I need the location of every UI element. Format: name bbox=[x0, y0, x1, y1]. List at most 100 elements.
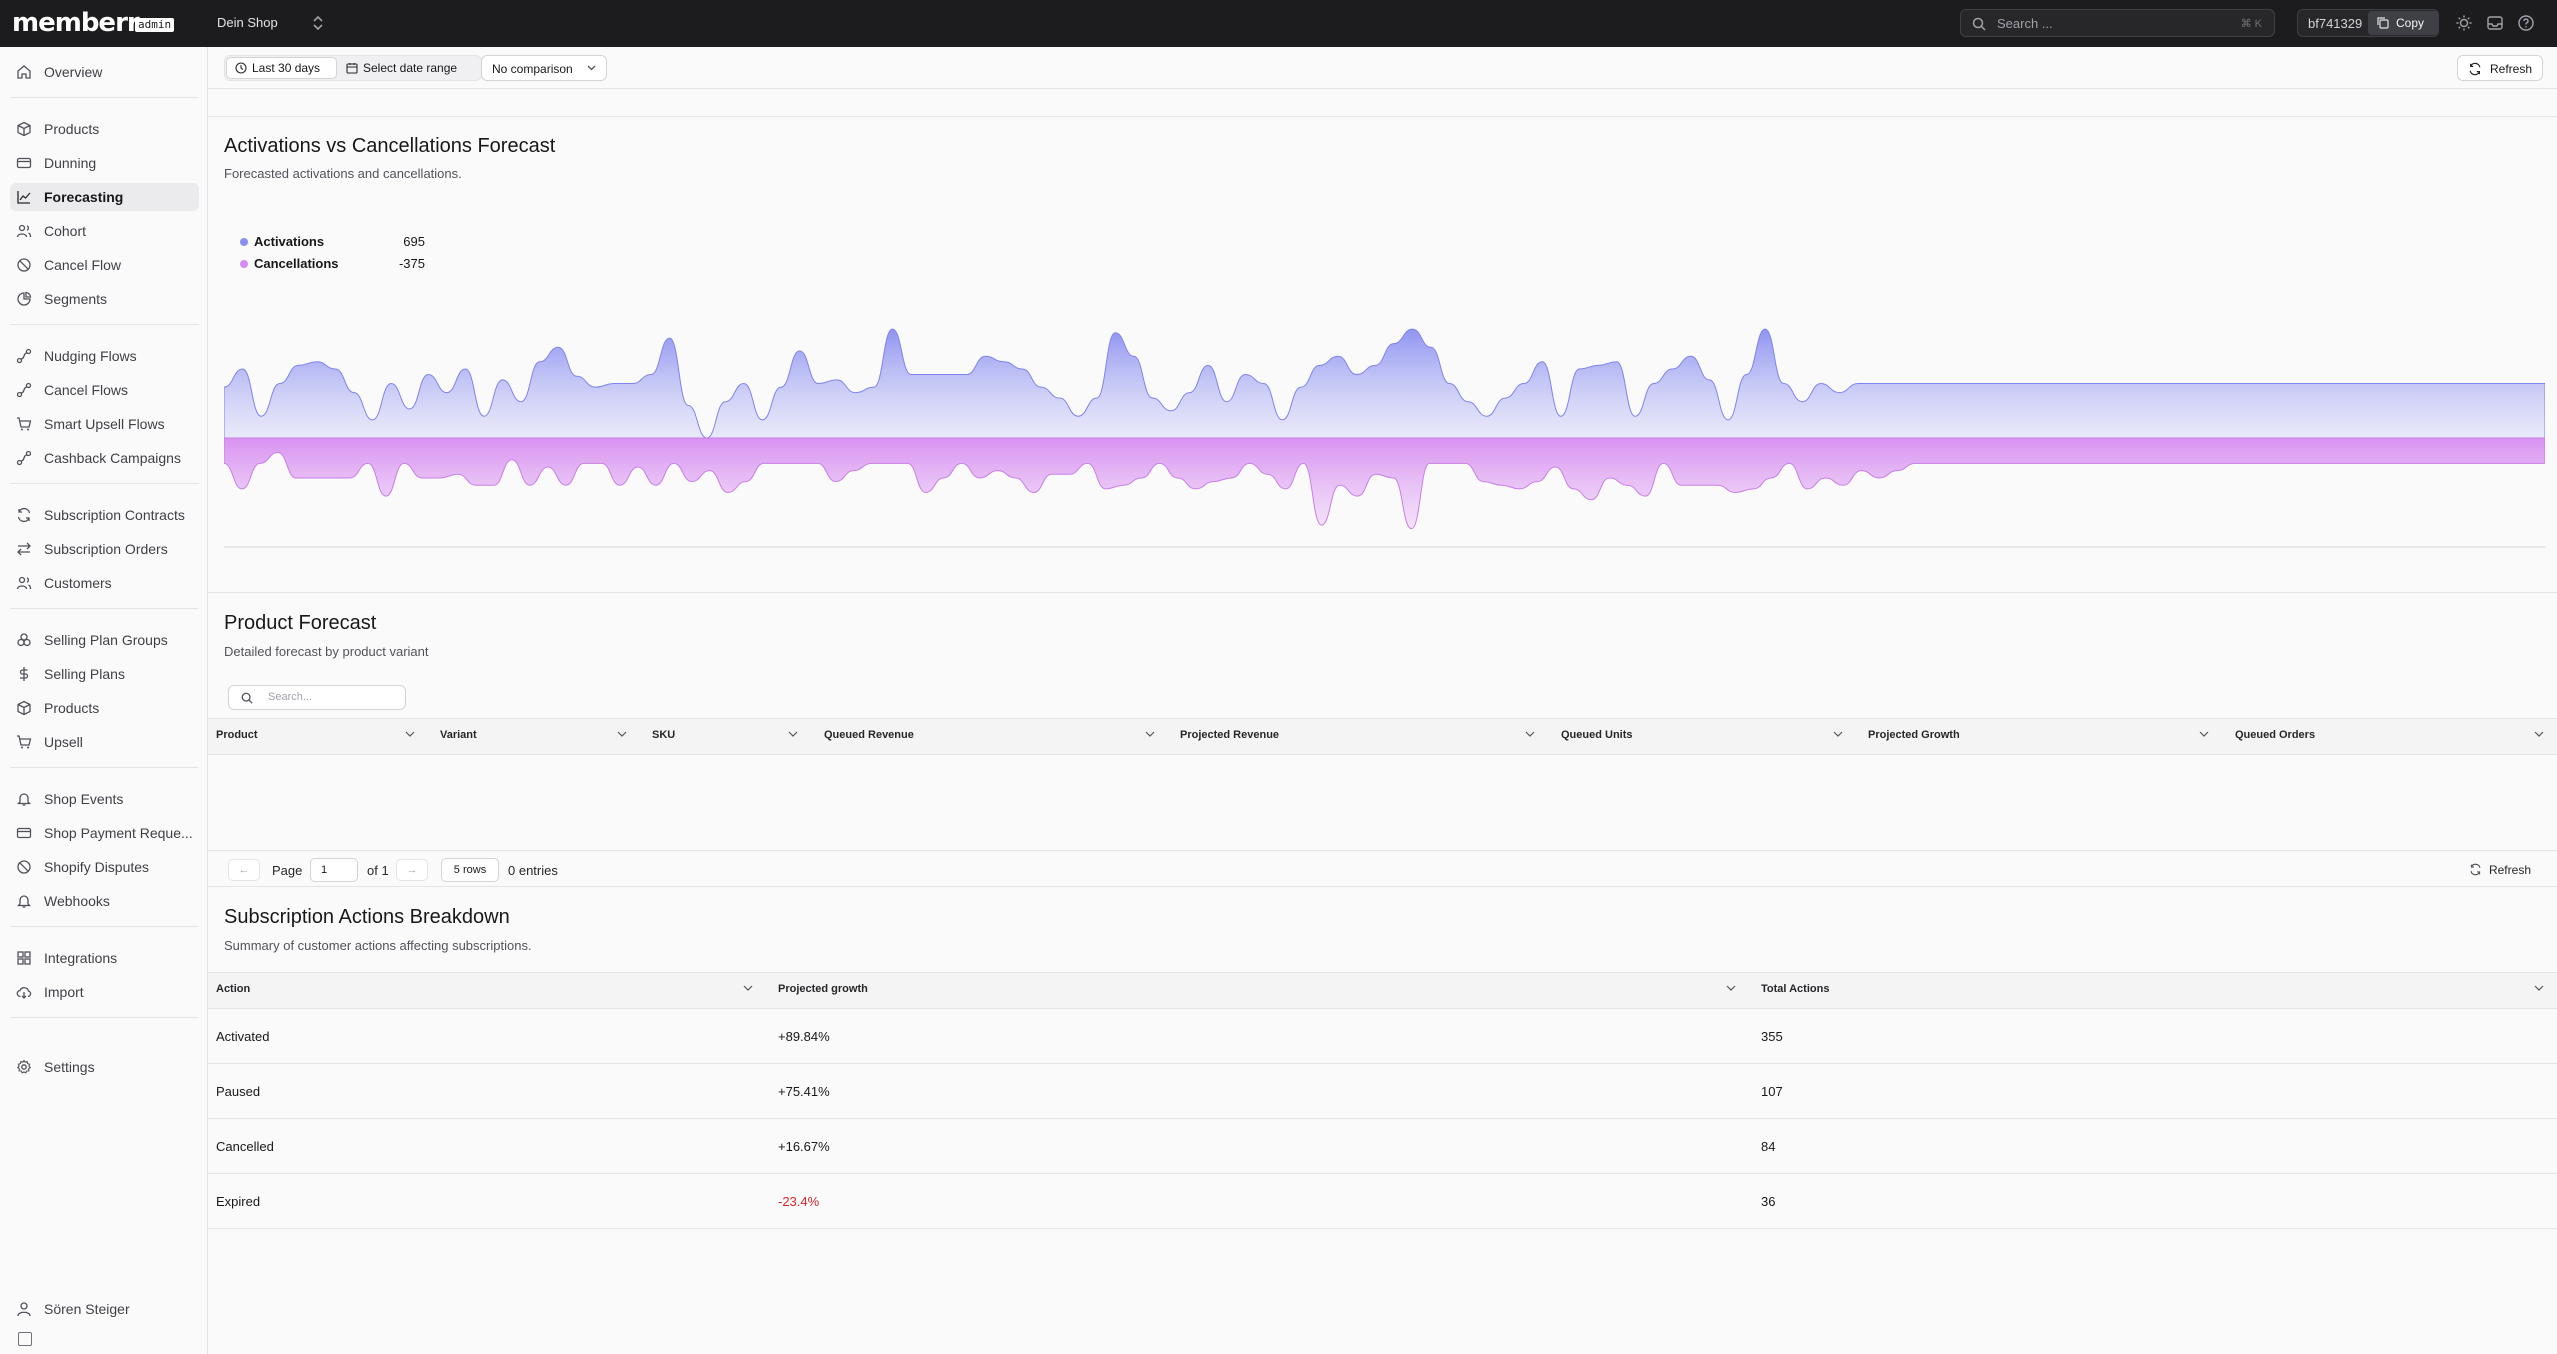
column-header[interactable]: Product bbox=[216, 729, 258, 741]
sidebar-item-forecasting[interactable]: Forecasting bbox=[10, 183, 199, 211]
sidebar-item-products-catalog[interactable]: Products bbox=[10, 694, 199, 722]
admin-badge: admin bbox=[135, 18, 175, 32]
memberr-logo[interactable]: memberr bbox=[12, 10, 140, 36]
page-number-input[interactable]: 1 bbox=[310, 858, 358, 882]
user-menu[interactable]: Sören Steiger bbox=[10, 1295, 199, 1323]
copy-icon bbox=[2377, 17, 2389, 29]
prev-page-button[interactable]: ← bbox=[228, 859, 260, 881]
chevron-down-icon[interactable] bbox=[617, 731, 627, 737]
sun-icon[interactable] bbox=[2455, 14, 2473, 32]
legend-dot-activations bbox=[240, 238, 248, 246]
table-refresh-button[interactable]: Refresh bbox=[2470, 863, 2531, 877]
sidebar-item-label: Smart Upsell Flows bbox=[44, 416, 165, 432]
product-forecast-title: Product Forecast bbox=[224, 612, 377, 634]
help-icon[interactable] bbox=[2517, 14, 2535, 32]
sidebar-item-selling-plan-groups[interactable]: Selling Plan Groups bbox=[10, 626, 199, 654]
refresh-button[interactable]: Refresh bbox=[2457, 55, 2543, 81]
sidebar-item-segments[interactable]: Segments bbox=[10, 285, 199, 313]
sidebar-item-settings[interactable]: Settings bbox=[10, 1053, 199, 1081]
rows-per-page-select[interactable]: 5 rows bbox=[441, 858, 499, 882]
sidebar-item-cohort[interactable]: Cohort bbox=[10, 217, 199, 245]
sidebar-item-products[interactable]: Products bbox=[10, 115, 199, 143]
chevron-down-icon[interactable] bbox=[1833, 731, 1843, 737]
sidebar-item-label: Subscription Contracts bbox=[44, 507, 185, 523]
sidebar-item-subscription-contracts[interactable]: Subscription Contracts bbox=[10, 501, 199, 529]
shop-id-box: bf741329 Copy bbox=[2297, 9, 2439, 37]
chevron-down-icon[interactable] bbox=[1525, 731, 1535, 737]
chevron-down-icon[interactable] bbox=[2534, 731, 2544, 737]
column-header[interactable]: Total Actions bbox=[1761, 983, 1829, 995]
last-30-days-button[interactable]: Last 30 days bbox=[227, 58, 336, 78]
table-row[interactable]: Cancelled +16.67% 84 bbox=[208, 1119, 2557, 1174]
sidebar-item-label: Nudging Flows bbox=[44, 348, 137, 364]
inbox-icon[interactable] bbox=[2486, 14, 2504, 32]
cancellations-area[interactable] bbox=[224, 437, 2545, 530]
column-header[interactable]: SKU bbox=[652, 729, 675, 741]
section-divider bbox=[208, 592, 2557, 593]
chevron-down-icon bbox=[587, 65, 596, 71]
forecast-subtitle: Forecasted activations and cancellations… bbox=[224, 166, 462, 181]
sidebar-item-cashback-campaigns[interactable]: Cashback Campaigns bbox=[10, 444, 199, 472]
comparison-select[interactable]: No comparison bbox=[481, 55, 607, 81]
chevron-down-icon[interactable] bbox=[743, 985, 753, 991]
chevron-down-icon[interactable] bbox=[1726, 985, 1736, 991]
sidebar-item-subscription-orders[interactable]: Subscription Orders bbox=[10, 535, 199, 563]
table-row[interactable]: Paused +75.41% 107 bbox=[208, 1064, 2557, 1119]
action-cell: Expired bbox=[216, 1194, 261, 1209]
sidebar-item-selling-plans[interactable]: Selling Plans bbox=[10, 660, 199, 688]
sidebar-item-import[interactable]: Import bbox=[10, 978, 199, 1006]
grid-icon bbox=[17, 951, 31, 965]
chevron-down-icon[interactable] bbox=[405, 731, 415, 737]
chevron-down-icon[interactable] bbox=[1145, 731, 1155, 737]
sidebar-item-smart-upsell-flows[interactable]: Smart Upsell Flows bbox=[10, 410, 199, 438]
sidebar-item-shopify-disputes[interactable]: Shopify Disputes bbox=[10, 853, 199, 881]
sidebar-item-shop-payment-requests[interactable]: Shop Payment Reque... bbox=[10, 819, 199, 847]
sidebar-item-label: Cancel Flow bbox=[44, 257, 122, 273]
growth-cell: +16.67% bbox=[778, 1139, 830, 1154]
growth-cell: -23.4% bbox=[778, 1194, 820, 1209]
table-row[interactable]: Activated +89.84% 355 bbox=[208, 1009, 2557, 1064]
page-label: Page bbox=[272, 863, 303, 878]
activations-area[interactable] bbox=[224, 328, 2545, 439]
column-header[interactable]: Variant bbox=[440, 729, 477, 741]
forecast-area-chart[interactable] bbox=[224, 318, 2545, 554]
sidebar-item-upsell[interactable]: Upsell bbox=[10, 728, 199, 756]
column-header[interactable]: Projected Revenue bbox=[1180, 729, 1279, 741]
flow-icon bbox=[16, 348, 32, 364]
column-header[interactable]: Queued Units bbox=[1561, 729, 1633, 741]
column-header[interactable]: Projected Growth bbox=[1868, 729, 1960, 741]
sidebar-item-customers[interactable]: Customers bbox=[10, 569, 199, 597]
sidebar-collapse-icon[interactable] bbox=[18, 1332, 32, 1346]
copy-button[interactable]: Copy bbox=[2368, 11, 2438, 35]
sidebar-item-label: Shopify Disputes bbox=[44, 859, 150, 875]
sidebar-item-cancel-flow[interactable]: Cancel Flow bbox=[10, 251, 199, 279]
sidebar-item-nudging-flows[interactable]: Nudging Flows bbox=[10, 342, 199, 370]
table-row[interactable]: Expired -23.4% 36 bbox=[208, 1174, 2557, 1229]
sidebar-item-shop-events[interactable]: Shop Events bbox=[10, 785, 199, 813]
shop-selector-label[interactable]: Dein Shop bbox=[217, 14, 278, 32]
column-header[interactable]: Queued Revenue bbox=[824, 729, 914, 741]
global-search-input[interactable]: Search ... ⌘ K bbox=[1960, 9, 2275, 37]
sidebar-item-label: Webhooks bbox=[44, 893, 110, 909]
sidebar-divider bbox=[10, 926, 199, 927]
cloud-icon bbox=[16, 987, 32, 999]
sidebar-item-overview[interactable]: Overview bbox=[10, 58, 199, 86]
product-search-input[interactable]: Search... bbox=[228, 685, 406, 710]
bell-icon bbox=[16, 793, 32, 806]
next-page-button[interactable]: → bbox=[396, 859, 428, 881]
chevron-up-down-icon[interactable] bbox=[310, 13, 326, 33]
sidebar-item-integrations[interactable]: Integrations bbox=[10, 944, 199, 972]
chevron-down-icon[interactable] bbox=[2199, 731, 2209, 737]
sidebar-item-webhooks[interactable]: Webhooks bbox=[10, 887, 199, 915]
chevron-down-icon[interactable] bbox=[2534, 985, 2544, 991]
select-date-range-button[interactable]: Select date range bbox=[338, 58, 478, 78]
chevron-down-icon[interactable] bbox=[788, 731, 798, 737]
column-header[interactable]: Action bbox=[216, 983, 250, 995]
sidebar-item-cancel-flows[interactable]: Cancel Flows bbox=[10, 376, 199, 404]
sidebar-item-label: Cashback Campaigns bbox=[44, 450, 181, 466]
column-header[interactable]: Projected growth bbox=[778, 983, 868, 995]
sidebar-item-label: Customers bbox=[44, 575, 112, 591]
sidebar-item-dunning[interactable]: Dunning bbox=[10, 149, 199, 177]
legend-value: 695 bbox=[403, 234, 425, 249]
column-header[interactable]: Queued Orders bbox=[2235, 729, 2315, 741]
